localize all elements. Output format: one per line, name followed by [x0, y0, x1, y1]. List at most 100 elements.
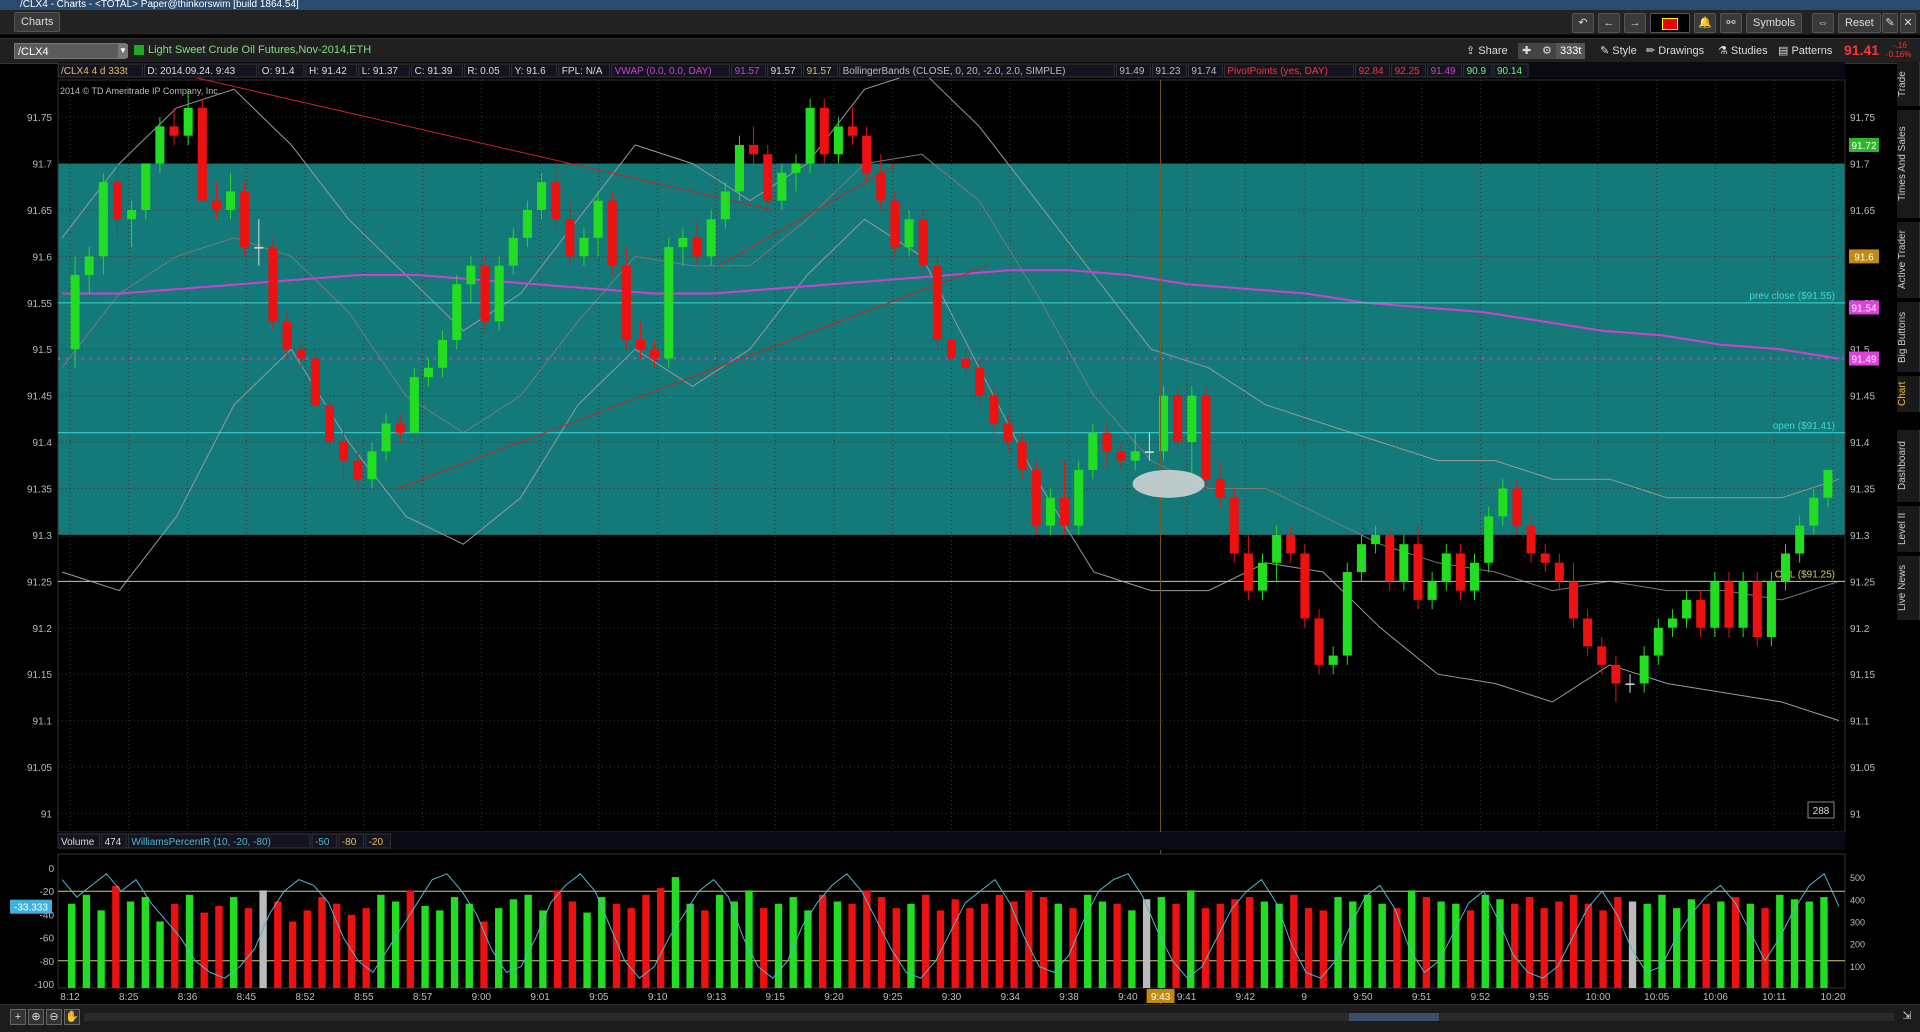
volume-bar [1452, 903, 1460, 988]
candle-body [1102, 432, 1112, 452]
chart-canvas[interactable]: 91.75 91.75 91.7 91.7 91.65 91.65 91.6 91.6 91.5… [0, 62, 1920, 1004]
y-tick-label-right: 91.1 [1850, 717, 1870, 728]
x-tick-label: 8:25 [119, 992, 139, 1003]
side-tab-live-news[interactable]: Live News [1897, 556, 1920, 620]
link-icon[interactable]: ⚯ [1720, 13, 1742, 33]
pan-hand-icon[interactable]: ✋ [64, 1009, 80, 1025]
y-tick-label-right: 91.4 [1850, 438, 1870, 449]
status-text: Y: 91.6 [515, 66, 547, 77]
symbols-button[interactable]: Symbols [1746, 13, 1803, 33]
expand-icon[interactable]: ⇲ [1900, 1009, 1914, 1023]
lower-status-text: -50 [315, 837, 330, 848]
symbol-input[interactable]: /CLX4 [14, 43, 126, 59]
pin-icon[interactable]: ✎ [1882, 13, 1898, 33]
candle-body [734, 144, 744, 192]
x-tick-label: 10:00 [1585, 992, 1610, 1003]
volume-bar [97, 910, 105, 988]
zoom-fit-icon[interactable]: + [10, 1009, 26, 1025]
studies-button[interactable]: ⚗ Studies [1714, 43, 1772, 59]
candle-body [1074, 469, 1084, 526]
style-icon: ✎ [1600, 45, 1613, 57]
side-tab-big-buttons[interactable]: Big Buttons [1897, 302, 1920, 372]
candle-body [1187, 395, 1197, 443]
candle-body [480, 265, 490, 322]
candle-body [1625, 683, 1635, 685]
candle-body [1413, 544, 1423, 600]
aggregation-button[interactable]: 333t [1556, 43, 1586, 59]
candle-body [1257, 562, 1268, 591]
side-tab-active-trader[interactable]: Active Trader [1897, 222, 1920, 298]
y-tick-label-right: 91.2 [1850, 624, 1870, 635]
percent-change: -0.16% [1886, 50, 1912, 59]
x-tick-label: 10:06 [1703, 992, 1728, 1003]
scrollbar-thumb[interactable] [1349, 1013, 1439, 1021]
side-tab-dashboard[interactable]: Dashboard [1897, 430, 1920, 502]
x-tick-label: 9 [1301, 992, 1307, 1003]
volume-bar [112, 885, 120, 988]
symbol-dropdown-icon[interactable]: ▼ [118, 44, 128, 58]
candle-body [409, 377, 419, 433]
forward-icon[interactable]: → [1624, 13, 1646, 33]
side-tab-trade[interactable]: Trade [1897, 62, 1920, 106]
volume-bar [82, 894, 91, 988]
candle-body [1215, 479, 1225, 498]
patterns-button[interactable]: ▤ Patterns [1774, 43, 1836, 59]
zoom-in-icon[interactable]: ⊕ [28, 1009, 44, 1025]
candle-body [565, 219, 575, 257]
undo-icon[interactable]: ↶ [1572, 13, 1594, 33]
volume-bar [1496, 899, 1504, 988]
volume-bar [1216, 903, 1224, 988]
share-button[interactable]: ⇪ Share [1462, 43, 1512, 59]
volume-bar [583, 912, 591, 988]
lower-status-text: WilliamsPercentR (10, -20, -80) [131, 837, 270, 848]
status-text: 91.57 [771, 66, 796, 77]
volume-bar [1231, 899, 1239, 988]
candle-body [819, 107, 829, 155]
x-tick-label: 8:36 [178, 992, 198, 1003]
candle-body [452, 284, 462, 340]
candle-body [537, 182, 547, 210]
candle-body [777, 172, 787, 201]
lower-status-text: -80 [342, 837, 357, 848]
candle-body [183, 107, 193, 136]
wpr-tick-label: -20 [40, 887, 55, 898]
candle-body [833, 126, 843, 155]
style-button[interactable]: ✎ Style [1596, 43, 1641, 59]
candle-body [240, 191, 250, 248]
y-tick-label-left: 91.4 [33, 438, 53, 449]
candle-body [904, 219, 914, 248]
candle-body [508, 237, 518, 266]
horizontal-scrollbar[interactable] [84, 1013, 1894, 1021]
zoom-out-icon[interactable]: ⊖ [46, 1009, 62, 1025]
minimize-icon[interactable]: ⇔ [1812, 13, 1834, 33]
volume-bar [745, 890, 753, 988]
volume-bar [1673, 908, 1681, 988]
volume-bar [1290, 894, 1298, 988]
x-tick-label: 9:34 [1001, 992, 1021, 1003]
candle-body [1526, 525, 1536, 554]
close-icon[interactable]: ✕ [1900, 13, 1916, 33]
x-tick-label: 9:13 [707, 992, 727, 1003]
style-label: Style [1612, 45, 1637, 57]
side-tab-chart[interactable]: Chart [1897, 376, 1920, 412]
reset-button[interactable]: Reset [1838, 13, 1881, 33]
color-swatch-icon[interactable] [1650, 13, 1690, 33]
link-color-icon[interactable] [134, 45, 144, 55]
volume-bar [1584, 903, 1593, 988]
volume-bar [966, 908, 974, 988]
side-tab-times-sales[interactable]: Times And Sales [1897, 110, 1920, 218]
side-tab-level2[interactable]: Level II [1897, 506, 1920, 552]
alert-bell-icon[interactable]: 🔔 [1694, 13, 1716, 33]
candle-body [1342, 572, 1352, 656]
bar-count-label: 288 [1813, 806, 1830, 817]
status-text: 90.14 [1497, 66, 1522, 77]
status-text: 92.84 [1359, 66, 1384, 77]
candle-body [1724, 581, 1734, 628]
tab-charts[interactable]: Charts [14, 12, 61, 32]
drawings-button[interactable]: ✏ Drawings [1642, 43, 1708, 59]
wpr-current-label: -33.333 [14, 903, 48, 914]
back-icon[interactable]: ← [1598, 13, 1620, 33]
status-text: 91.74 [1191, 66, 1216, 77]
crosshair-icon[interactable]: ✚ [1518, 43, 1540, 59]
volume-bar [1820, 897, 1828, 988]
